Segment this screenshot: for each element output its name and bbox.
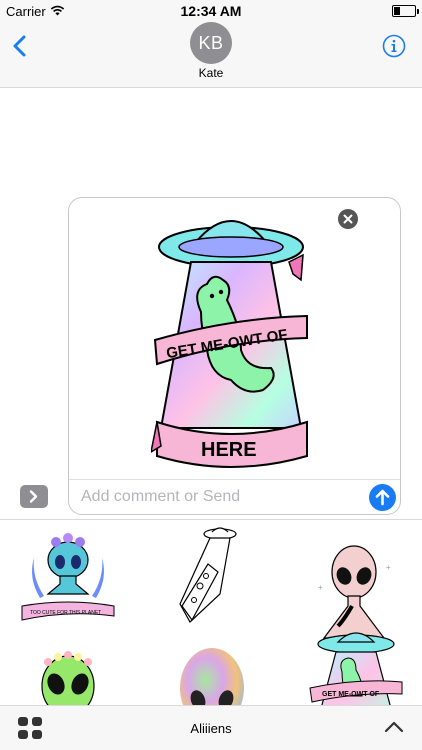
conversation-header: KB Kate (0, 22, 422, 88)
status-time: 12:34 AM (180, 3, 242, 19)
contact-name[interactable]: Kate (0, 66, 422, 80)
sticker-pack-name: Aliiiens (190, 721, 232, 736)
svg-text:+: + (386, 563, 391, 572)
app-bottom-bar: Aliiiens (0, 705, 422, 750)
send-arrow-icon[interactable] (369, 484, 396, 511)
back-chevron-icon[interactable] (10, 34, 30, 58)
avatar[interactable]: KB (190, 22, 232, 64)
battery-icon (392, 5, 419, 17)
svg-text:+: + (318, 583, 323, 592)
expand-arrow-icon[interactable] (20, 485, 48, 508)
comment-input[interactable]: Add comment or Send (81, 488, 240, 506)
status-bar: Carrier 12:34 AM (0, 0, 422, 22)
comment-bar: Add comment or Send (69, 479, 400, 514)
alien-bust-caption: TOO CUTE FOR THIS PLANET (30, 610, 101, 616)
ufo-cat-sticker-large[interactable]: GET ME-OWT OF HERE (149, 200, 311, 478)
alien-bust-sticker[interactable]: TOO CUTE FOR THIS PLANET (18, 528, 118, 628)
ufo-cat-caption: GET ME-OWT OF (322, 691, 380, 698)
close-icon[interactable] (338, 209, 358, 229)
chevron-up-icon[interactable] (384, 720, 404, 734)
sticker-drawer: TOO CUTE FOR THIS PLANET + + GET ME-OWT … (0, 519, 422, 728)
sticker-text-bottom: HERE (201, 439, 257, 461)
info-icon[interactable] (382, 34, 406, 58)
sticker-preview-card: GET ME-OWT OF HERE Add comment or Send (68, 197, 401, 515)
ufo-pizza-sticker[interactable] (160, 524, 260, 624)
